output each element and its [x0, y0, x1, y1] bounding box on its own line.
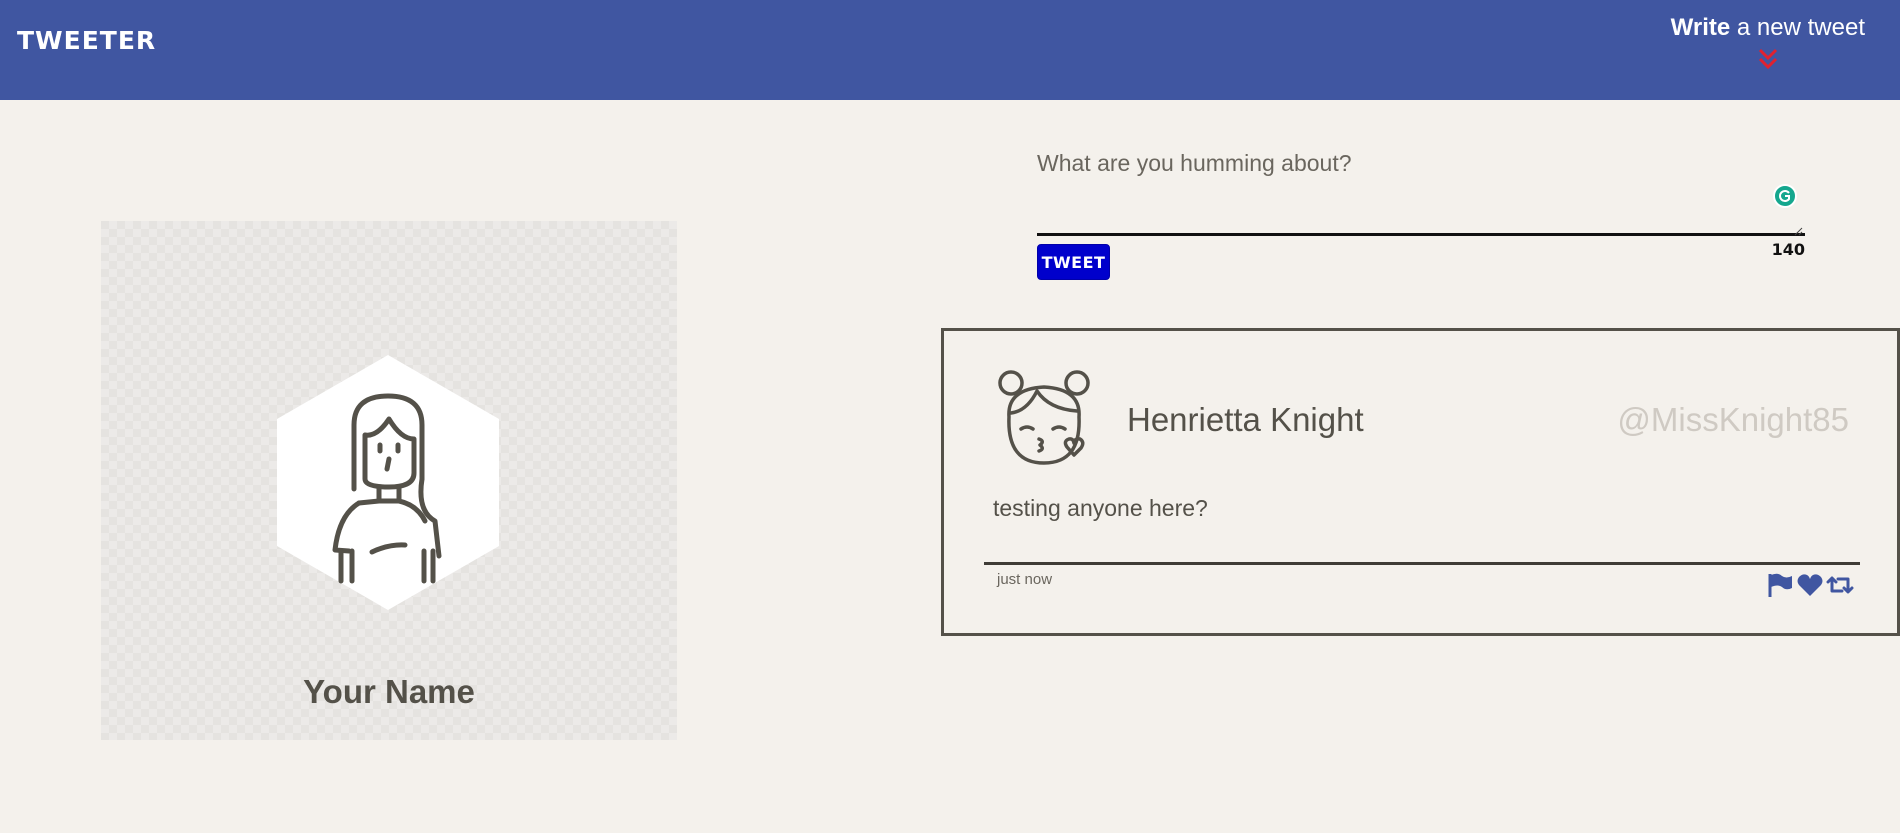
tweet-author-name: Henrietta Knight — [1127, 401, 1364, 438]
tweet-button[interactable]: TWEET — [1037, 244, 1110, 280]
resize-handle-icon[interactable] — [1793, 226, 1803, 236]
double-chevron-down-icon[interactable] — [1757, 47, 1779, 71]
tweet-timestamp: just now — [997, 571, 1053, 588]
write-label: Write — [1670, 14, 1731, 41]
profile-card: Your Name — [101, 221, 677, 740]
flag-icon[interactable] — [1766, 571, 1794, 599]
tweet-actions — [1766, 571, 1856, 599]
write-new-tweet-toggle[interactable]: Write a new tweet — [1665, 14, 1865, 74]
retweet-icon[interactable] — [1826, 571, 1854, 599]
brand-logo[interactable]: TWEETER — [17, 26, 156, 55]
new-tweet-label: a new tweet — [1730, 14, 1865, 41]
write-new-tweet-label: Write a new tweet — [1665, 14, 1865, 42]
profile-name: Your Name — [303, 673, 475, 710]
kissing-face-avatar-icon — [998, 370, 1090, 465]
grammarly-icon[interactable] — [1773, 184, 1797, 208]
tweet-author-handle: @MissKnight85 — [1617, 401, 1849, 438]
character-counter: 140 — [1771, 240, 1805, 259]
new-tweet-composer: TWEET 140 — [1037, 140, 1805, 290]
refresh-g-icon — [1779, 190, 1790, 202]
tweet-card: Henrietta Knight @MissKnight85 testing a… — [941, 328, 1900, 636]
tweet-divider — [984, 562, 1860, 565]
tweet-input[interactable] — [1037, 140, 1805, 236]
heart-icon[interactable] — [1796, 571, 1824, 599]
top-nav: TWEETER Write a new tweet — [0, 0, 1900, 100]
tweet-text: testing anyone here? — [993, 495, 1208, 521]
profile-avatar — [277, 355, 499, 610]
